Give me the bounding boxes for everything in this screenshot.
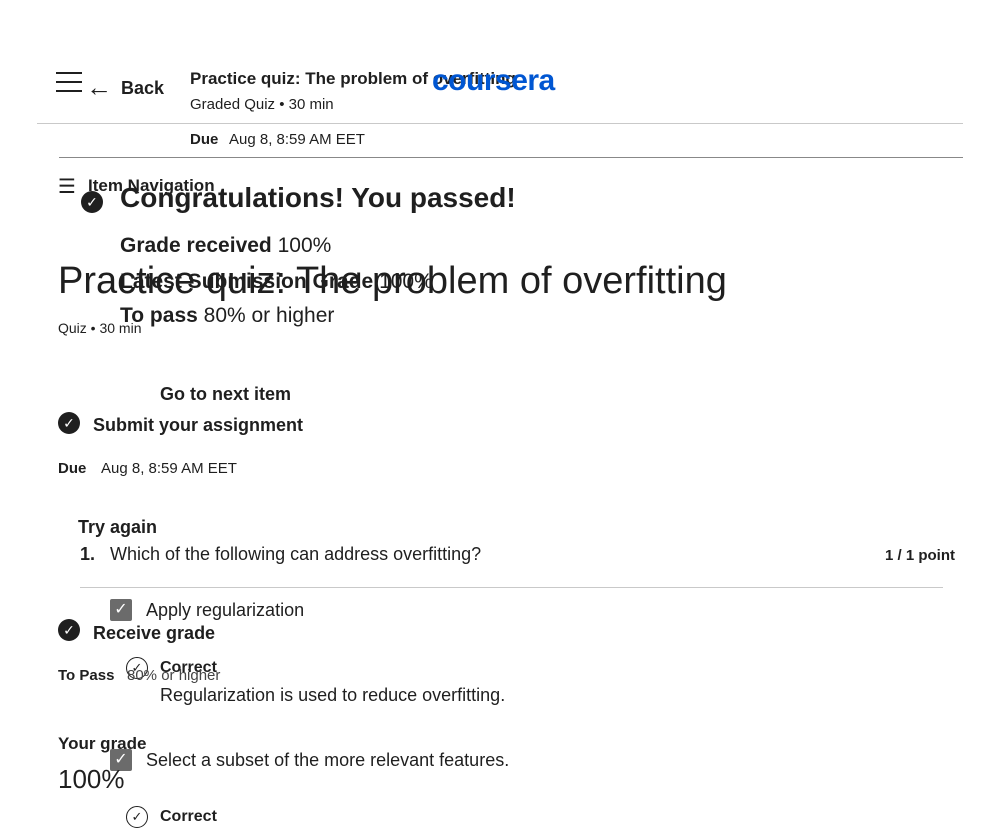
latest-submission-label: Latest Submission Grade xyxy=(120,270,374,293)
receive-label: Receive grade xyxy=(93,623,216,643)
option-2-feedback-title: Correct xyxy=(160,808,217,825)
passed-check-icon: ✓ xyxy=(81,191,103,213)
submit-check-icon: ✓ xyxy=(58,412,80,434)
question-points: 1 / 1 point xyxy=(885,547,956,564)
receive-to-pass-value: 80% or higher xyxy=(127,667,221,684)
header-due-value: Aug 8, 8:59 AM EET xyxy=(229,131,365,148)
option-2-label[interactable]: Select a subset of the more relevant fea… xyxy=(146,750,509,771)
to-pass-value: 80% or higher xyxy=(203,304,335,327)
menu-icon[interactable] xyxy=(56,71,82,93)
grade-received: Grade received 100% xyxy=(120,234,331,258)
coursera-logo[interactable]: coursera xyxy=(432,64,555,98)
your-grade-label: Your grade xyxy=(58,734,147,753)
option-1-label[interactable]: Apply regularization xyxy=(146,600,304,621)
option-2-correct-icon: ✓ xyxy=(126,806,148,828)
question-number: 1. xyxy=(80,544,96,564)
due-divider xyxy=(59,157,963,158)
grade-received-label: Grade received xyxy=(120,234,272,257)
header-divider xyxy=(37,123,963,124)
receive-to-pass-label: To Pass xyxy=(58,667,115,684)
receive-check-icon: ✓ xyxy=(58,619,80,641)
your-grade-value: 100% xyxy=(58,764,125,794)
item-navigation-icon[interactable]: ☰ xyxy=(58,174,76,199)
latest-submission-value: 100% xyxy=(379,270,433,293)
header-subtitle: Graded Quiz • 30 min xyxy=(190,96,334,113)
page-meta: Quiz • 30 min xyxy=(58,320,142,336)
go-to-next-item-button[interactable]: Go to next item xyxy=(160,384,291,405)
question-divider xyxy=(80,587,943,588)
try-again-button[interactable]: Try again xyxy=(78,517,157,538)
submit-label: Submit your assignment xyxy=(93,415,304,435)
back-arrow-icon[interactable]: ← xyxy=(86,74,112,100)
passed-heading: Congratulations! You passed! xyxy=(120,182,516,213)
submit-due-value: Aug 8, 8:59 AM EET xyxy=(101,460,237,477)
back-button[interactable]: Back xyxy=(121,78,164,99)
header-due-label: Due xyxy=(190,131,219,148)
submit-due-label: Due xyxy=(58,460,87,477)
latest-submission: Latest Submission Grade 100% xyxy=(120,270,433,294)
grade-received-value: 100% xyxy=(277,234,332,257)
to-pass: To pass 80% or higher xyxy=(120,304,334,328)
option-1-feedback-text: Regularization is used to reduce overfit… xyxy=(160,685,506,705)
question-text: Which of the following can address overf… xyxy=(110,544,482,564)
option-1-checkbox[interactable]: ✓ xyxy=(110,599,132,621)
